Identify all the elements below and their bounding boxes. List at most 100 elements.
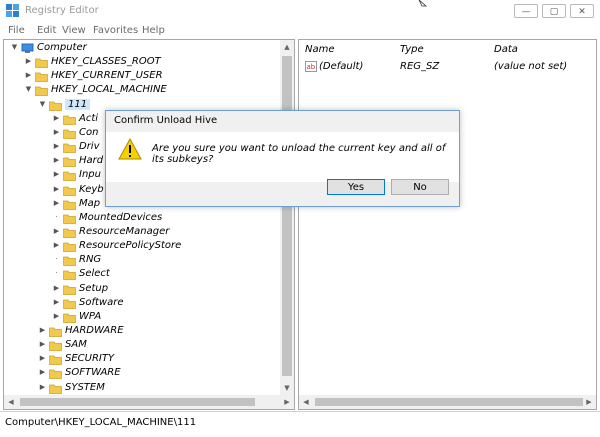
column-header-name[interactable]: Name <box>305 44 335 55</box>
menu-bar: File Edit View Favorites Help <box>0 22 600 39</box>
scroll-left-icon[interactable]: ◀ <box>299 395 313 409</box>
tree-item-label: Inpu <box>79 169 101 180</box>
folder-icon <box>63 284 76 295</box>
tree-item-label: Keyb <box>79 184 104 195</box>
tree-item[interactable]: ·RNG <box>52 254 274 268</box>
tree-item[interactable]: ▶HARDWARE <box>38 325 274 339</box>
menu-view[interactable]: View <box>62 25 86 36</box>
warning-icon <box>118 138 142 160</box>
tree-item-label: WPA <box>79 311 101 322</box>
menu-help[interactable]: Help <box>142 25 165 36</box>
values-horizontal-scrollbar[interactable]: ◀ ▶ <box>299 395 596 409</box>
tree-item-label: MountedDevices <box>79 212 162 223</box>
folder-icon <box>63 213 76 224</box>
tree-item[interactable]: ▶HKEY_CLASSES_ROOT <box>24 56 274 70</box>
current-key-path: Computer\HKEY_LOCAL_MACHINE\111 <box>5 417 196 428</box>
tree-hscroll-thumb[interactable] <box>20 398 255 406</box>
tree-vertical-scrollbar[interactable]: ▲ ▼ <box>280 40 294 395</box>
folder-icon <box>35 85 48 96</box>
folder-icon <box>63 114 76 125</box>
menu-file[interactable]: File <box>8 25 25 36</box>
chevron-right-icon[interactable]: ▶ <box>38 340 47 348</box>
folder-icon <box>63 199 76 210</box>
tree-item[interactable]: ▼HKEY_LOCAL_MACHINE <box>24 84 274 98</box>
scroll-right-icon[interactable]: ▶ <box>280 395 294 409</box>
chevron-right-icon[interactable]: ▶ <box>52 298 61 306</box>
key-tree-pane[interactable]: ▼Computer▶HKEY_CLASSES_ROOT▶HKEY_CURRENT… <box>3 39 295 410</box>
tree-item-label: Hard <box>79 155 103 166</box>
folder-icon <box>63 170 76 181</box>
chevron-right-icon[interactable]: ▶ <box>52 284 61 292</box>
minimize-button[interactable]: — <box>514 4 538 18</box>
chevron-right-icon[interactable]: ▶ <box>52 156 61 164</box>
tree-item[interactable]: ▶ResourcePolicyStore <box>52 240 274 254</box>
value-data: (value not set) <box>494 61 567 72</box>
chevron-right-icon[interactable]: ▶ <box>24 71 33 79</box>
menu-edit[interactable]: Edit <box>37 25 56 36</box>
tree-item[interactable]: ▶ SYSTEM <box>38 382 274 396</box>
no-button[interactable]: No <box>391 179 449 195</box>
chevron-right-icon[interactable]: ▶ <box>52 142 61 150</box>
svg-text:ab: ab <box>307 63 316 71</box>
chevron-right-icon[interactable]: ▶ <box>52 312 61 320</box>
tree-item[interactable]: ▶ResourceManager <box>52 226 274 240</box>
chevron-down-icon[interactable]: ▼ <box>38 100 47 108</box>
chevron-right-icon[interactable]: ▶ <box>38 326 47 334</box>
yes-button[interactable]: Yes <box>327 179 385 195</box>
chevron-right-icon[interactable]: ▶ <box>38 383 47 391</box>
tree-item[interactable]: ▶ SECURITY <box>38 353 274 367</box>
menu-favorites[interactable]: Favorites <box>93 25 138 36</box>
chevron-right-icon[interactable]: ▶ <box>52 170 61 178</box>
tree-item[interactable]: ▶Software <box>52 297 274 311</box>
folder-icon <box>63 255 76 266</box>
chevron-right-icon[interactable]: ▶ <box>52 114 61 122</box>
chevron-right-icon[interactable]: ▶ <box>24 57 33 65</box>
tree-item[interactable]: ▼Computer <box>10 42 274 56</box>
scroll-left-icon[interactable]: ◀ <box>4 395 18 409</box>
tree-item[interactable]: ·Select <box>52 268 274 282</box>
tree-item-label: Setup <box>79 283 108 294</box>
tree-item-label: SECURITY <box>65 353 114 364</box>
tree-item[interactable]: ▶ WPA <box>52 311 274 325</box>
scroll-down-icon[interactable]: ▼ <box>280 381 294 395</box>
folder-icon <box>63 142 76 153</box>
chevron-right-icon[interactable]: ▶ <box>52 185 61 193</box>
string-value-icon: ab <box>305 61 317 72</box>
chevron-right-icon[interactable]: ▶ <box>38 354 47 362</box>
tree-item-label: SYSTEM <box>65 382 105 393</box>
folder-icon <box>49 326 62 337</box>
close-button[interactable]: ✕ <box>570 4 594 18</box>
scroll-right-icon[interactable]: ▶ <box>582 395 596 409</box>
chevron-right-icon[interactable]: ▶ <box>52 241 61 249</box>
tree-line-icon: · <box>52 255 61 263</box>
values-pane[interactable]: Name Type Data ab (Default) REG_SZ (valu… <box>298 39 597 410</box>
column-header-type[interactable]: Type <box>400 44 424 55</box>
mouse-cursor-icon <box>418 0 428 8</box>
scroll-up-icon[interactable]: ▲ <box>280 40 294 54</box>
chevron-down-icon[interactable]: ▼ <box>24 85 33 93</box>
tree-scroll-thumb[interactable] <box>282 56 292 376</box>
dialog-title: Confirm Unload Hive <box>114 115 217 126</box>
tree-item-label: HKEY_CURRENT_USER <box>51 70 163 81</box>
folder-icon <box>63 128 76 139</box>
chevron-right-icon[interactable]: ▶ <box>38 368 47 376</box>
values-hscroll-thumb[interactable] <box>315 398 583 406</box>
tree-item[interactable]: ▶SOFTWARE <box>38 367 274 381</box>
tree-item[interactable]: ·MountedDevices <box>52 212 274 226</box>
folder-icon <box>49 383 62 394</box>
chevron-right-icon[interactable]: ▶ <box>52 199 61 207</box>
tree-item-label: Acti <box>79 113 98 124</box>
tree-item[interactable]: ▶SAM <box>38 339 274 353</box>
tree-item-label: Select <box>79 268 110 279</box>
chevron-down-icon[interactable]: ▼ <box>10 43 19 51</box>
chevron-right-icon[interactable]: ▶ <box>52 227 61 235</box>
folder-icon <box>49 100 62 111</box>
tree-item[interactable]: ▶ Setup <box>52 283 274 297</box>
tree-item[interactable]: ▶ HKEY_CURRENT_USER <box>24 70 274 84</box>
registry-editor-icon <box>6 4 19 17</box>
folder-icon <box>35 57 48 68</box>
column-header-data[interactable]: Data <box>494 44 518 55</box>
maximize-button[interactable]: ▢ <box>542 4 566 18</box>
tree-horizontal-scrollbar[interactable]: ◀ ▶ <box>4 395 294 409</box>
chevron-right-icon[interactable]: ▶ <box>52 128 61 136</box>
